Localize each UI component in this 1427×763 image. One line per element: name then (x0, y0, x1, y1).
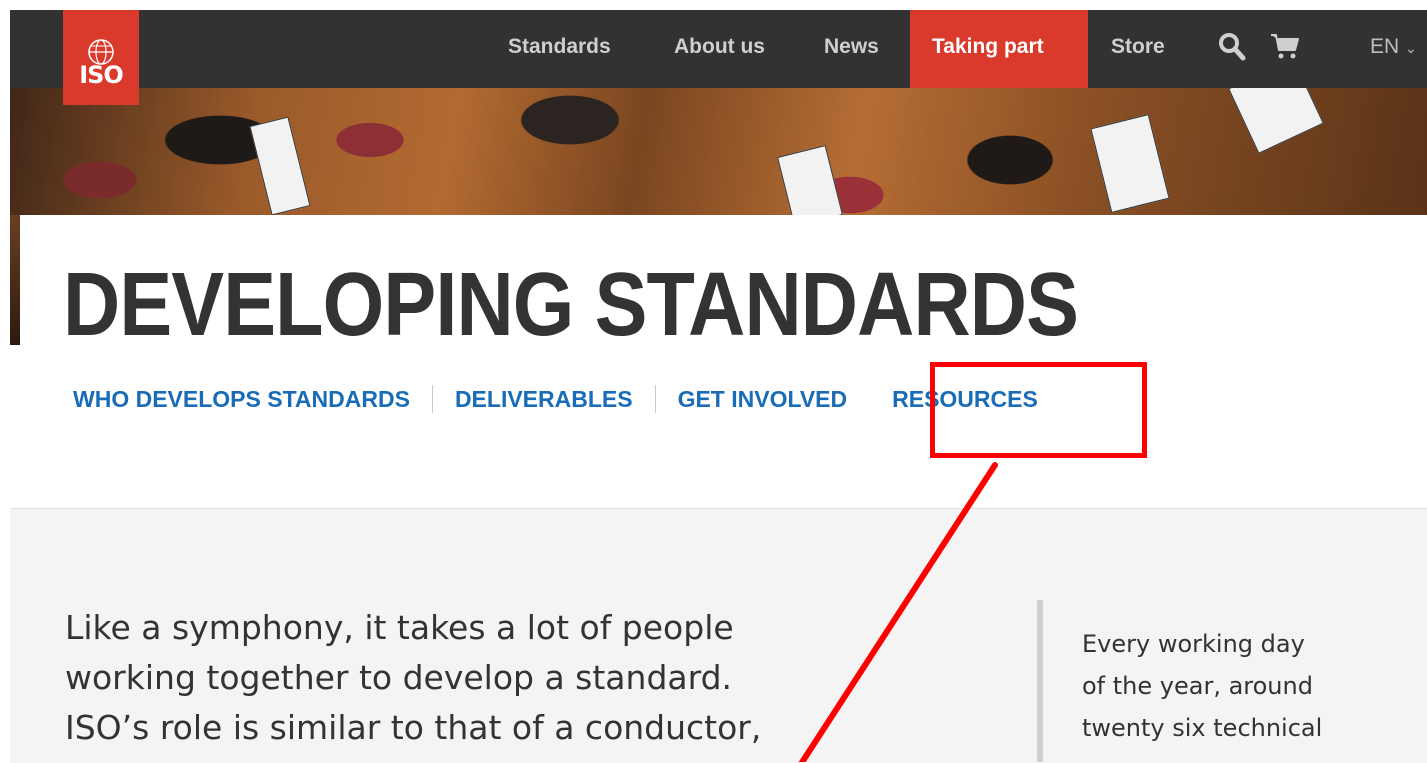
annotation-arrow (798, 462, 998, 762)
